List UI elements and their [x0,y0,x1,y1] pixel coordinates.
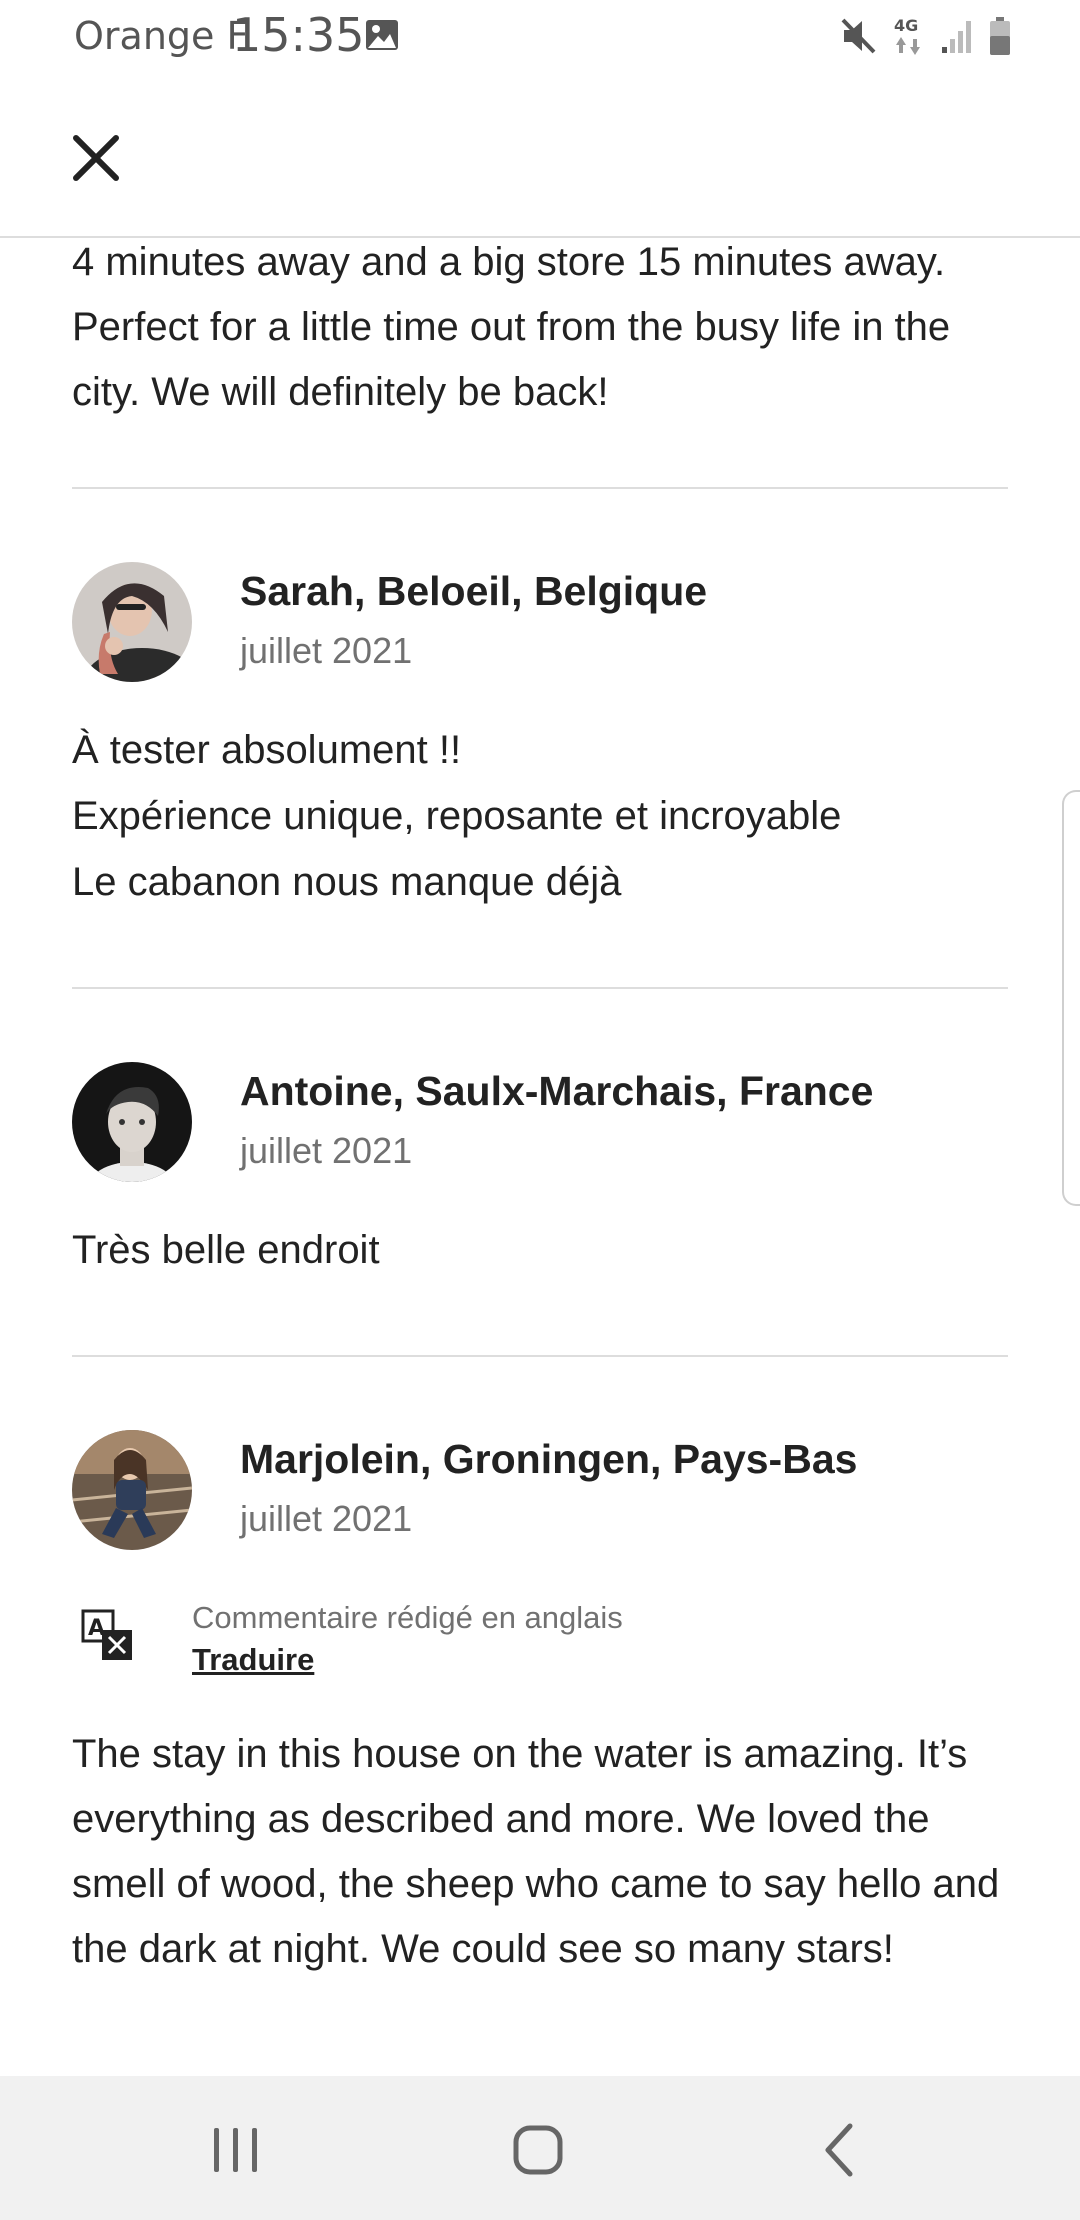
review-date: juillet 2021 [240,630,413,671]
review-text: The stay in this house on the water is a… [72,1732,1000,1971]
divider [72,987,1008,989]
review-text-line: À tester absolument !! [72,728,462,772]
system-nav-bar [0,2076,1080,2220]
recent-apps-icon[interactable] [206,2120,266,2180]
avatar[interactable] [72,1430,192,1550]
scroll-handle[interactable] [1062,790,1080,1206]
translation-note: Commentaire rédigé en anglais [192,1600,623,1635]
mute-icon [841,18,876,54]
review-text-line: Très belle endroit [72,1228,380,1272]
review-text-line: Expérience unique, reposante et incroyab… [72,794,842,838]
status-bar: Orange F 15:35 4G [0,0,1080,76]
reviewer-name: Antoine, Saulx-Marchais, France [240,1068,874,1114]
avatar[interactable] [72,1062,192,1182]
review-date: juillet 2021 [240,1130,413,1171]
close-icon[interactable] [70,132,122,184]
avatar[interactable] [72,562,192,682]
review-text-line: Le cabanon nous manque déjà [72,860,622,904]
clock: 15:35 [232,8,365,62]
reviewer-name: Sarah, Beloeil, Belgique [240,568,708,614]
network-label: 4G [894,16,918,35]
divider [72,487,1008,489]
divider [72,1355,1008,1357]
back-icon[interactable] [810,2120,870,2180]
home-icon[interactable] [508,2120,568,2180]
signal-icon [942,21,971,53]
image-icon [366,20,398,50]
reviews-list[interactable]: 4 minutes away and a big store 15 minute… [0,238,1080,2074]
translate-link[interactable]: Traduire [192,1642,314,1678]
modal-header [0,76,1080,238]
battery-icon [990,17,1010,55]
translate-icon: A [81,1609,132,1660]
reviewer-name: Marjolein, Groningen, Pays-Bas [240,1436,858,1482]
status-icons: 4G [840,16,1012,56]
4g-data-icon: 4G [894,16,920,55]
review-text-partial: 4 minutes away and a big store 15 minute… [72,240,951,414]
review-date: juillet 2021 [240,1498,413,1539]
carrier-label: Orange F [74,14,249,58]
